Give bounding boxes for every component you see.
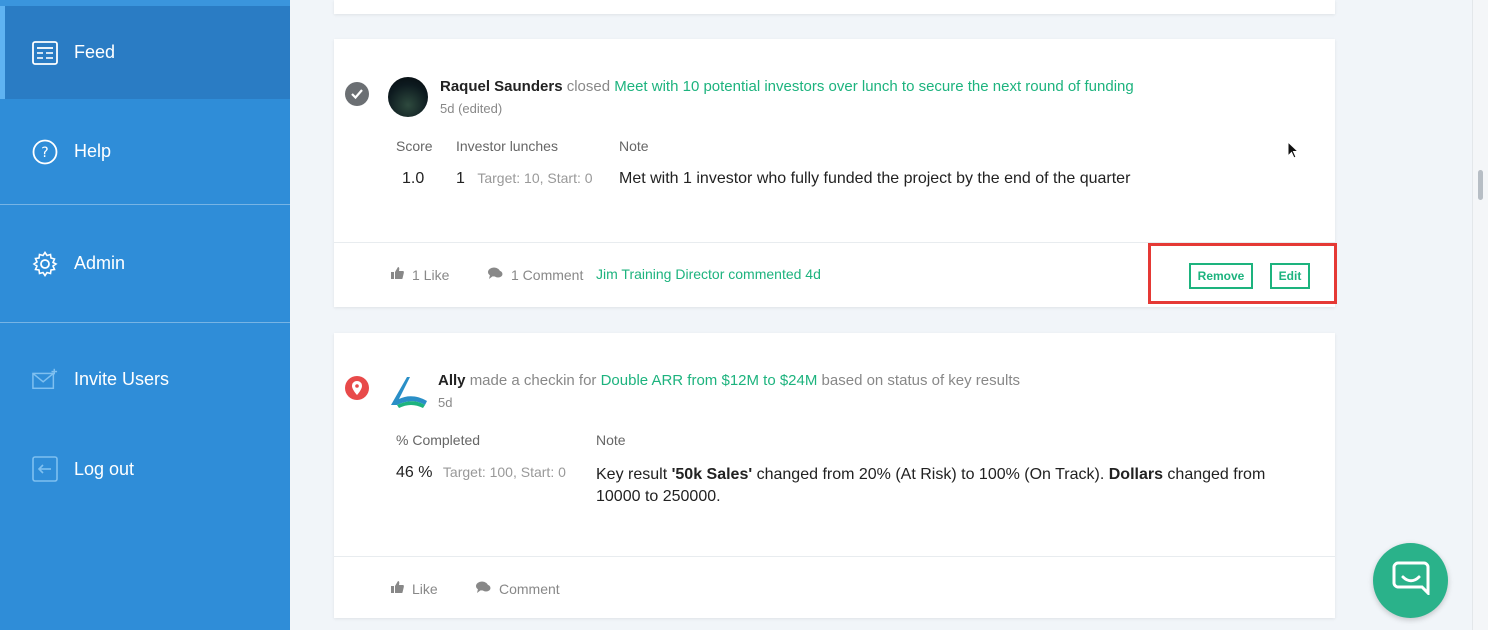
highlight-box (1148, 243, 1337, 304)
post-target-link[interactable]: Double ARR from $12M to $24M (601, 372, 818, 389)
sidebar-item-label: Feed (74, 42, 116, 62)
sidebar-item-label: Invite Users (74, 368, 170, 389)
feed-card: Ally made a checkin for Double ARR from … (334, 333, 1335, 618)
chat-launcher-button[interactable] (1373, 543, 1448, 618)
thumbs-up-icon (390, 580, 404, 597)
note-bold-segment: Dollars (1108, 466, 1163, 483)
sidebar-item-label: Log out (74, 458, 135, 479)
sidebar: Feed ? Help Admin Invite Users Log out (0, 0, 290, 630)
chat-icon (1392, 561, 1430, 600)
comment-button[interactable]: Comment (475, 580, 560, 597)
metric-detail: Target: 10, Start: 0 (477, 170, 593, 186)
metric-header: % Completed (396, 432, 481, 448)
feed-icon (32, 40, 58, 66)
comment-button[interactable]: 1 Comment (487, 266, 583, 283)
sidebar-item-admin[interactable]: Admin (0, 205, 290, 322)
metric-detail: Target: 100, Start: 0 (442, 464, 566, 480)
note-header: Note (596, 432, 626, 448)
like-label: Like (412, 580, 438, 597)
sidebar-item-log-out[interactable]: Log out (0, 425, 290, 513)
check-icon (345, 82, 369, 106)
gear-icon (32, 250, 58, 277)
like-button[interactable]: Like (390, 580, 438, 597)
comment-icon (475, 580, 491, 597)
metric-value: 46 % Target: 100, Start: 0 (396, 464, 566, 482)
sidebar-item-label: Admin (74, 253, 126, 273)
envelope-plus-icon (32, 366, 58, 392)
sidebar-item-invite-users[interactable]: Invite Users (0, 335, 290, 423)
note-text: Key result '50k Sales' changed from 20% … (596, 464, 1316, 508)
comment-label: 1 Comment (511, 266, 584, 283)
metric-number: 1 (456, 170, 465, 187)
logout-icon (32, 456, 58, 482)
mouse-cursor-icon (1287, 140, 1300, 164)
like-label: 1 Like (412, 266, 450, 283)
note-segment: 10000 to 250000. (596, 488, 721, 505)
like-button[interactable]: 1 Like (390, 266, 449, 283)
post-verb: closed (566, 78, 611, 95)
post-target-link[interactable]: Meet with 10 potential investors over lu… (614, 78, 1133, 95)
note-segment: Key result (596, 466, 672, 483)
post-author[interactable]: Raquel Saunders (440, 78, 563, 95)
post-headline: Raquel Saunders closed Meet with 10 pote… (440, 78, 1134, 95)
metric-value: 1 Target: 10, Start: 0 (456, 170, 593, 188)
score-header: Score (396, 138, 433, 154)
metric-header: Investor lunches (456, 138, 558, 154)
scrollbar[interactable] (1472, 0, 1488, 630)
sidebar-item-help[interactable]: ? Help (0, 99, 290, 204)
post-author[interactable]: Ally (438, 372, 466, 389)
card-footer-divider (334, 556, 1335, 557)
sidebar-divider (0, 322, 290, 323)
metric-number: 46 % (396, 464, 433, 481)
post-time: 5d (438, 395, 453, 410)
comment-label: Comment (499, 580, 560, 597)
score-value: 1.0 (402, 170, 425, 187)
sidebar-item-feed[interactable]: Feed (0, 6, 290, 99)
avatar[interactable] (388, 77, 428, 117)
svg-text:?: ? (41, 145, 48, 161)
post-verb: made a checkin for (469, 372, 597, 389)
help-icon: ? (32, 139, 58, 165)
sidebar-item-label: Help (74, 141, 112, 161)
post-time: 5d (edited) (440, 101, 503, 116)
note-bold-segment: '50k Sales' (671, 466, 753, 483)
thumbs-up-icon (390, 266, 404, 283)
comment-activity-link[interactable]: Jim Training Director commented 4d (596, 266, 821, 282)
ally-logo-icon[interactable] (387, 375, 429, 409)
post-suffix: based on status of key results (821, 372, 1020, 389)
note-segment: changed from (1162, 466, 1266, 483)
scrollbar-thumb[interactable] (1478, 170, 1483, 200)
note-segment: changed from 20% (At Risk) to 100% (On T… (752, 466, 1109, 483)
note-text: Met with 1 investor who fully funded the… (619, 170, 1131, 187)
location-pin-icon (345, 376, 369, 400)
post-headline: Ally made a checkin for Double ARR from … (438, 372, 1020, 389)
note-header: Note (619, 138, 649, 154)
comment-icon (487, 266, 503, 283)
feed-card-previous (334, 0, 1335, 14)
